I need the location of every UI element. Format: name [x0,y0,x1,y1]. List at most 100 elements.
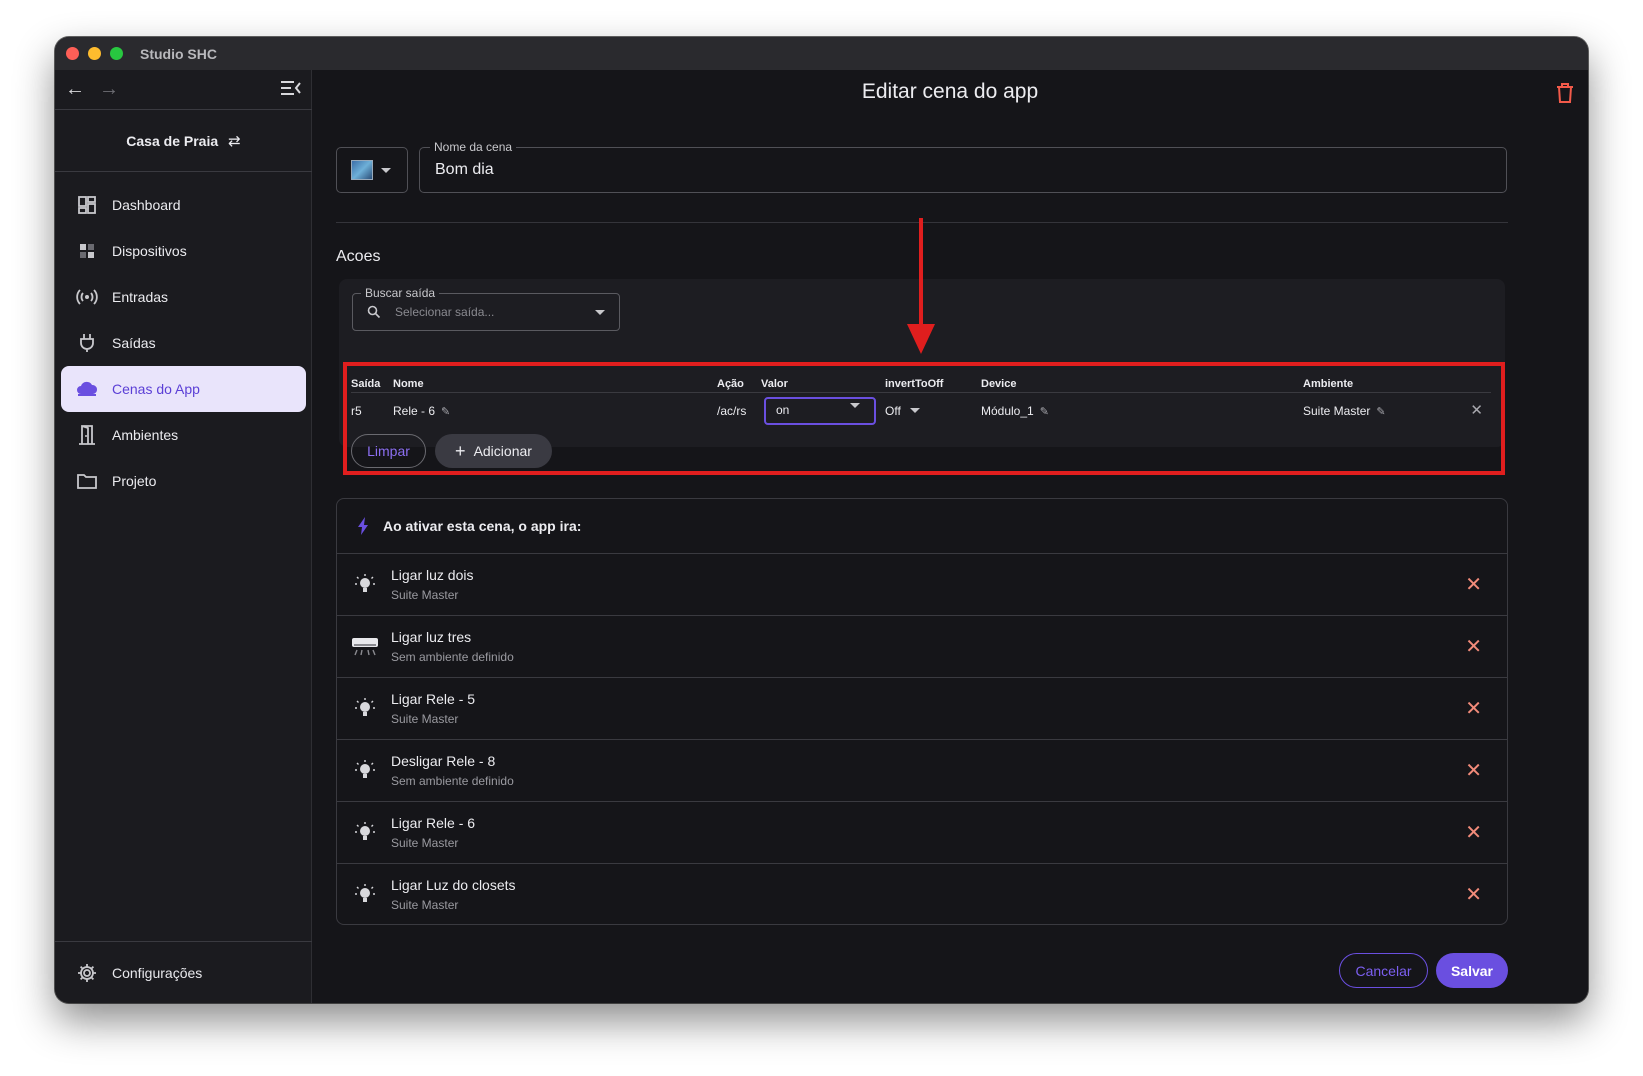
scene-name-legend: Nome da cena [430,140,517,154]
list-item-title: Desligar Rele - 8 [391,753,496,769]
devices-icon [76,240,98,262]
list-item-title: Ligar luz dois [391,567,474,583]
gear-icon [76,962,98,984]
cell-ambiente-text: Suite Master [1303,404,1371,418]
bulb-icon [351,695,379,723]
sidebar-item-projeto[interactable]: Projeto [61,458,306,504]
search-icon [367,305,381,319]
swap-icon: ⇄ [228,132,241,150]
add-button[interactable]: + Adicionar [435,434,552,468]
zoom-window-button[interactable] [110,47,123,60]
broadcast-icon [76,286,98,308]
sidebar-item-label: Cenas do App [112,381,200,397]
sidebar-item-entradas[interactable]: Entradas [61,274,306,320]
trash-icon[interactable] [1556,83,1574,103]
bulb-icon [351,571,379,599]
bulb-icon [351,757,379,785]
sidebar-item-dispositivos[interactable]: Dispositivos [61,228,306,274]
sidebar-item-label: Ambientes [112,427,179,443]
clear-button[interactable]: Limpar [351,434,426,468]
sidebar-item-cenas-do-app[interactable]: Cenas do App [61,366,306,412]
list-item-title: Ligar Rele - 5 [391,691,476,707]
sidebar-item-ambientes[interactable]: Ambientes [61,412,306,458]
cell-device-text: Módulo_1 [981,404,1034,418]
scene-name-field[interactable]: Nome da cena Bom dia [419,140,1507,193]
settings-label: Configurações [112,964,203,981]
chevron-down-icon [850,403,860,408]
lightning-icon [358,517,368,535]
folder-icon [76,470,98,492]
list-item-subtitle: Suite Master [391,712,459,726]
scene-thumbnail [351,160,373,180]
app-window: Studio SHC ← → Casa de Praia ⇄ Dashboard [55,37,1588,1003]
edit-ambiente-icon[interactable]: ✎ [1376,405,1385,418]
plug-icon [76,332,98,354]
list-item: Ligar Rele - 5 Suite Master ✕ [337,678,1507,740]
sidebar: ← → Casa de Praia ⇄ Dashboard Dispositiv… [55,70,312,1003]
scene-list-title: Ao ativar esta cena, o app ira: [383,518,582,534]
project-switcher[interactable]: Casa de Praia ⇄ [55,110,312,172]
list-item: Ligar luz tres Sem ambiente definido ✕ [337,616,1507,678]
col-ambiente: Ambiente [1303,378,1354,390]
col-invert: invertToOff [885,378,944,390]
plus-icon: + [455,440,466,461]
list-item-subtitle: Sem ambiente definido [391,774,514,788]
scene-icon-select[interactable] [336,147,408,193]
cell-nome: Rele - 6 ✎ [393,404,450,418]
invert-select[interactable]: Off [885,404,921,418]
remove-row-icon[interactable]: ✕ [1470,401,1483,419]
sidebar-item-label: Saídas [112,335,156,351]
cell-acao: /ac/rs [717,404,747,418]
remove-icon[interactable]: ✕ [1465,820,1482,845]
list-item-title: Ligar Luz do closets [391,877,516,893]
sidebar-item-configuracoes[interactable]: Configurações [55,941,312,1003]
minimize-window-button[interactable] [88,47,101,60]
valor-select[interactable]: on [764,397,876,425]
back-arrow-icon[interactable]: ← [65,78,85,101]
cell-device: Módulo_1 ✎ [981,404,1049,418]
list-item: Desligar Rele - 8 Sem ambiente definido … [337,740,1507,802]
remove-icon[interactable]: ✕ [1465,882,1482,907]
scene-name-value[interactable]: Bom dia [435,161,494,179]
collapse-sidebar-icon[interactable] [280,78,302,98]
sidebar-menu: Dashboard Dispositivos Entradas Saídas C… [61,182,306,504]
forward-arrow-icon[interactable]: → [99,78,119,101]
scene-list-header: Ao ativar esta cena, o app ira: [337,499,1507,554]
table-row: r5 Rele - 6 ✎ /ac/rs on Off Módulo_1 ✎ Sui… [351,397,1491,427]
sidebar-toolbar: ← → [55,70,312,110]
list-item: Ligar Luz do closets Suite Master ✕ [337,864,1507,924]
sidebar-item-dashboard[interactable]: Dashboard [61,182,306,228]
close-window-button[interactable] [66,47,79,60]
edit-name-icon[interactable]: ✎ [441,405,450,418]
chevron-down-icon[interactable] [595,310,605,315]
dashboard-icon [76,194,98,216]
remove-icon[interactable]: ✕ [1465,696,1482,721]
main-content: Editar cena do app Nome da cena Bom dia … [312,70,1588,1003]
search-placeholder: Selecionar saída... [395,305,495,319]
actions-table-header: Saída Nome Ação Valor invertToOff Device… [351,374,1491,394]
col-saida: Saída [351,378,381,390]
sidebar-item-saidas[interactable]: Saídas [61,320,306,366]
sidebar-item-label: Dispositivos [112,243,187,259]
remove-icon[interactable]: ✕ [1465,634,1482,659]
remove-icon[interactable]: ✕ [1465,572,1482,597]
output-search-select[interactable]: Buscar saída Selecionar saída... [352,286,620,331]
save-button[interactable]: Salvar [1436,953,1508,988]
edit-device-icon[interactable]: ✎ [1040,405,1049,418]
door-icon [76,424,98,446]
cancel-button[interactable]: Cancelar [1339,953,1428,988]
list-item-title: Ligar luz tres [391,629,472,645]
cell-saida: r5 [351,404,362,418]
annotation-arrow [907,218,935,354]
remove-icon[interactable]: ✕ [1465,758,1482,783]
window-title: Studio SHC [140,46,217,62]
air-conditioner-icon [351,633,379,661]
sidebar-item-label: Projeto [112,473,157,489]
chevron-down-icon [381,167,391,173]
table-divider [351,392,1491,393]
list-item-subtitle: Sem ambiente definido [391,650,514,664]
list-item: Ligar Rele - 6 Suite Master ✕ [337,802,1507,864]
chevron-down-icon [910,408,921,413]
scene-actions-list: Ao ativar esta cena, o app ira: Ligar lu… [336,498,1508,925]
page-title: Editar cena do app [861,80,1039,103]
